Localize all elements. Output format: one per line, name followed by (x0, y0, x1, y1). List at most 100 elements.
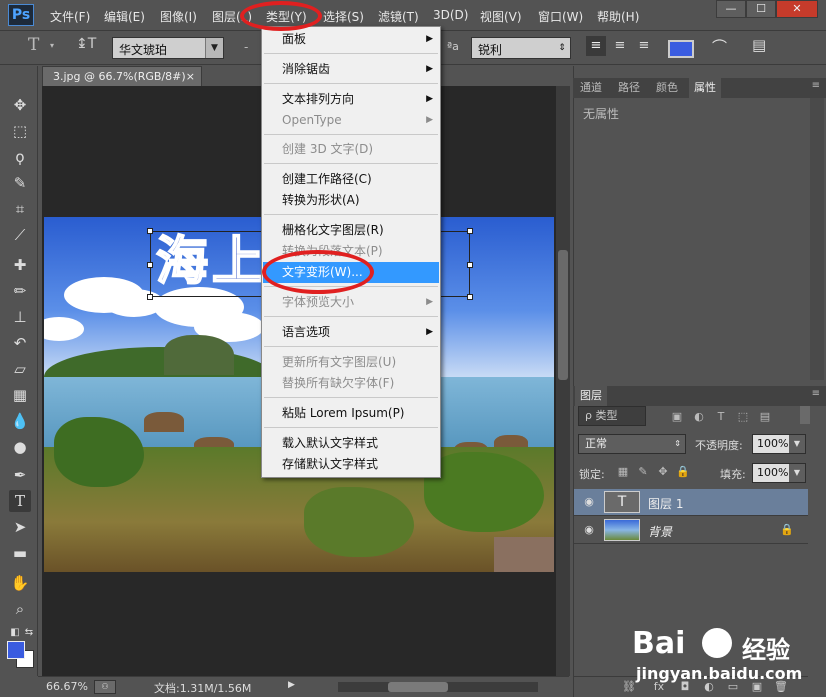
transform-handle[interactable] (147, 294, 153, 300)
menu-image[interactable]: 图像(I) (160, 8, 197, 25)
transform-handle[interactable] (147, 228, 153, 234)
blend-mode-select[interactable]: 正常 ⇕ (578, 434, 686, 454)
zoom-tool-icon[interactable]: ⌕ (9, 598, 31, 620)
horizontal-scroll-thumb[interactable] (388, 682, 448, 692)
chevron-down-icon[interactable]: ▼ (789, 464, 805, 482)
properties-scrollbar[interactable] (810, 98, 824, 380)
brush-tool-icon[interactable]: ✏ (9, 280, 31, 302)
lock-all-icon[interactable]: 🔒 (676, 465, 690, 479)
align-center-icon[interactable]: ≡ (610, 36, 630, 56)
transform-handle[interactable] (467, 228, 473, 234)
document-tab[interactable]: 3.jpg @ 66.7%(RGB/8#) × (42, 66, 202, 86)
panel-menu-icon[interactable]: ≡ (812, 80, 820, 91)
menu-item-text-orientation[interactable]: 文本排列方向 ▶ (263, 89, 439, 110)
filter-shape-icon[interactable]: ⬚ (736, 410, 750, 423)
foreground-color-swatch[interactable] (7, 641, 25, 659)
menu-item-antialias[interactable]: 消除锯齿 ▶ (263, 59, 439, 80)
eraser-tool-icon[interactable]: ▱ (9, 358, 31, 380)
menu-filter[interactable]: 滤镜(T) (378, 8, 419, 25)
tab-paths[interactable]: 路径 (613, 78, 645, 98)
menu-item-load-default-type-styles[interactable]: 载入默认文字样式 (263, 433, 439, 454)
warp-text-icon[interactable]: ⌒ (712, 36, 727, 58)
align-right-icon[interactable]: ≡ (634, 36, 654, 56)
opacity-input[interactable]: 100% ▼ (752, 434, 806, 454)
play-icon[interactable]: ▶ (288, 680, 295, 690)
annotation-ellipse-type-menu (240, 1, 322, 31)
vertical-scrollbar[interactable] (556, 86, 570, 676)
text-orientation-icon[interactable]: ↨T (76, 36, 96, 58)
align-left-icon[interactable]: ≡ (586, 36, 606, 56)
blur-tool-icon[interactable]: 💧 (9, 410, 31, 432)
menu-view[interactable]: 视图(V) (480, 8, 522, 25)
menu-window[interactable]: 窗口(W) (538, 8, 583, 25)
eyedropper-tool-icon[interactable]: ⟋ (9, 224, 31, 246)
path-selection-tool-icon[interactable]: ➤ (9, 516, 31, 538)
zoom-level[interactable]: 66.67% (46, 680, 88, 693)
marquee-tool-icon[interactable]: ⬚ (9, 120, 31, 142)
move-tool-icon[interactable]: ✥ (9, 94, 31, 116)
menu-select[interactable]: 选择(S) (323, 8, 364, 25)
lock-transparent-icon[interactable]: ▦ (616, 465, 630, 479)
menu-file[interactable]: 文件(F) (50, 8, 90, 25)
filter-adjustment-icon[interactable]: ◐ (692, 410, 706, 423)
filter-smartobject-icon[interactable]: ▤ (758, 410, 772, 423)
font-family-select[interactable]: 华文琥珀 ▼ (112, 37, 224, 59)
text-color-swatch[interactable] (668, 40, 694, 58)
tab-channels[interactable]: 通道 (575, 78, 607, 98)
eye-icon[interactable]: ◉ (582, 495, 596, 509)
tab-color[interactable]: 颜色 (651, 78, 683, 98)
menu-help[interactable]: 帮助(H) (597, 8, 639, 25)
fill-input[interactable]: 100% ▼ (752, 463, 806, 483)
transform-handle[interactable] (467, 294, 473, 300)
crop-tool-icon[interactable]: ⌗ (9, 198, 31, 220)
lock-image-icon[interactable]: ✎ (636, 465, 650, 479)
filter-toggle[interactable] (800, 406, 810, 424)
menu-item-panels[interactable]: 面板 ▶ (263, 29, 439, 50)
menu-item-language-options[interactable]: 语言选项 ▶ (263, 322, 439, 343)
history-brush-tool-icon[interactable]: ↶ (9, 332, 31, 354)
gradient-tool-icon[interactable]: ▦ (9, 384, 31, 406)
menu-item-rasterize-type-layer[interactable]: 栅格化文字图层(R) (263, 220, 439, 241)
layer-filter-value: ρ 类型 (585, 409, 618, 422)
transform-handle[interactable] (467, 262, 473, 268)
panel-menu-icon[interactable]: ≡ (812, 388, 820, 399)
menu-item-convert-to-shape[interactable]: 转换为形状(A) (263, 190, 439, 211)
character-panel-icon[interactable]: ▤ (752, 36, 766, 58)
chevron-down-icon[interactable]: ▾ (50, 41, 54, 63)
eye-icon[interactable]: ◉ (582, 523, 596, 537)
type-tool-icon[interactable]: T (9, 490, 31, 512)
healing-brush-tool-icon[interactable]: ✚ (9, 254, 31, 276)
close-icon[interactable]: × (186, 67, 195, 87)
menu-edit[interactable]: 编辑(E) (104, 8, 145, 25)
hand-tool-icon[interactable]: ✋ (9, 572, 31, 594)
layer-row[interactable]: ◉ 背景 🔒 (574, 517, 808, 544)
maximize-button[interactable]: ☐ (746, 0, 776, 18)
dodge-tool-icon[interactable]: ● (9, 436, 31, 458)
lasso-tool-icon[interactable]: ϙ (9, 146, 31, 168)
transform-handle[interactable] (147, 262, 153, 268)
pen-tool-icon[interactable]: ✒ (9, 464, 31, 486)
close-button[interactable]: ✕ (776, 0, 818, 18)
vertical-scroll-thumb[interactable] (558, 250, 568, 380)
menu-item-save-default-type-styles[interactable]: 存储默认文字样式 (263, 454, 439, 475)
layer-name[interactable]: 图层 1 (648, 495, 683, 512)
rectangle-tool-icon[interactable]: ▬ (9, 542, 31, 564)
menu-3d[interactable]: 3D(D) (433, 8, 468, 22)
menu-item-paste-lorem-ipsum[interactable]: 粘贴 Lorem Ipsum(P) (263, 403, 439, 424)
filter-type-icon[interactable]: T (714, 410, 728, 423)
share-icon[interactable]: ⚇ (94, 680, 116, 694)
lock-position-icon[interactable]: ✥ (656, 465, 670, 479)
quick-select-tool-icon[interactable]: ✎ (9, 172, 31, 194)
layer-filter-select[interactable]: ρ 类型 (578, 406, 646, 426)
type-tool-preset-icon[interactable]: T (28, 35, 39, 57)
filter-pixel-icon[interactable]: ▣ (670, 410, 684, 423)
layer-name[interactable]: 背景 (648, 523, 672, 540)
minimize-button[interactable]: — (716, 0, 746, 18)
tab-layers[interactable]: 图层 (575, 386, 607, 406)
menu-item-create-work-path[interactable]: 创建工作路径(C) (263, 169, 439, 190)
layer-row[interactable]: ◉ T 图层 1 (574, 489, 808, 516)
antialias-select[interactable]: 锐利 ⇕ (471, 37, 571, 59)
clone-stamp-tool-icon[interactable]: ⊥ (9, 306, 31, 328)
chevron-down-icon[interactable]: ▼ (789, 435, 805, 453)
tab-properties[interactable]: 属性 (689, 78, 721, 98)
